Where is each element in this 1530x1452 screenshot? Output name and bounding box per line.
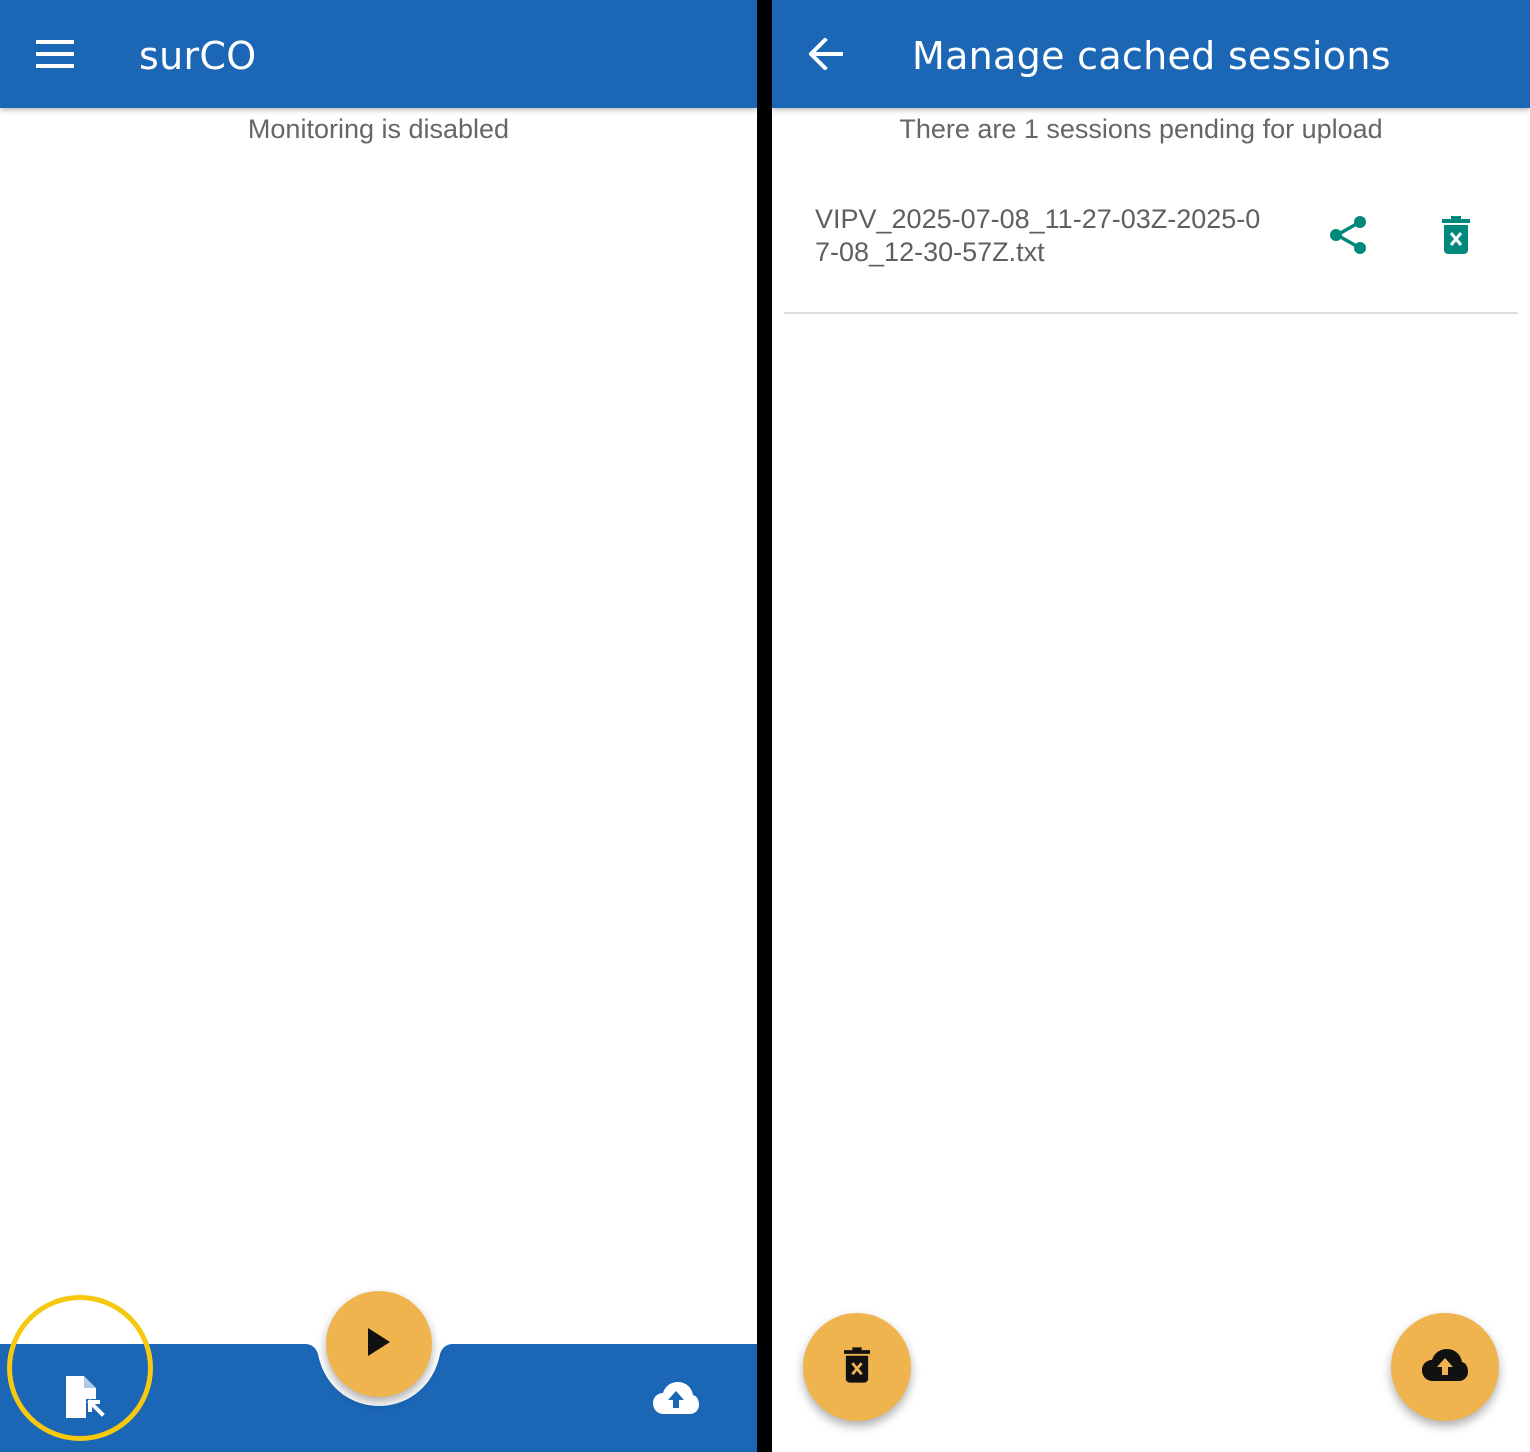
- top-app-bar: Manage cached sessions: [772, 0, 1530, 108]
- main-screen: surCO Monitoring is disabled: [0, 0, 757, 1452]
- start-monitoring-button[interactable]: [326, 1291, 432, 1397]
- cached-sessions-screen: Manage cached sessions There are 1 sessi…: [772, 0, 1530, 1452]
- top-app-bar: surCO: [0, 0, 757, 108]
- upload-all-button[interactable]: [1391, 1313, 1499, 1421]
- arrow-back-icon[interactable]: [809, 38, 843, 70]
- session-filename: VIPV_2025-07-08_11-27-03Z-2025-07-08_12-…: [815, 204, 1261, 267]
- app-title: surCO: [139, 34, 257, 78]
- pending-sessions-text: There are 1 sessions pending for upload: [899, 114, 1383, 144]
- share-icon[interactable]: [1329, 215, 1367, 255]
- session-list-item: VIPV_2025-07-08_11-27-03Z-2025-07-08_12-…: [784, 175, 1518, 314]
- play-icon: [368, 1327, 390, 1361]
- delete-forever-icon[interactable]: [1442, 216, 1470, 254]
- cloud-upload-icon[interactable]: [652, 1380, 700, 1416]
- file-open-icon[interactable]: [64, 1376, 106, 1420]
- hamburger-menu-icon[interactable]: [36, 40, 74, 68]
- delete-all-button[interactable]: [803, 1313, 911, 1421]
- monitoring-status: Monitoring is disabled: [247, 114, 510, 144]
- page-title: Manage cached sessions: [912, 34, 1391, 78]
- cloud-upload-icon: [1421, 1347, 1469, 1388]
- delete-forever-icon: [844, 1346, 870, 1388]
